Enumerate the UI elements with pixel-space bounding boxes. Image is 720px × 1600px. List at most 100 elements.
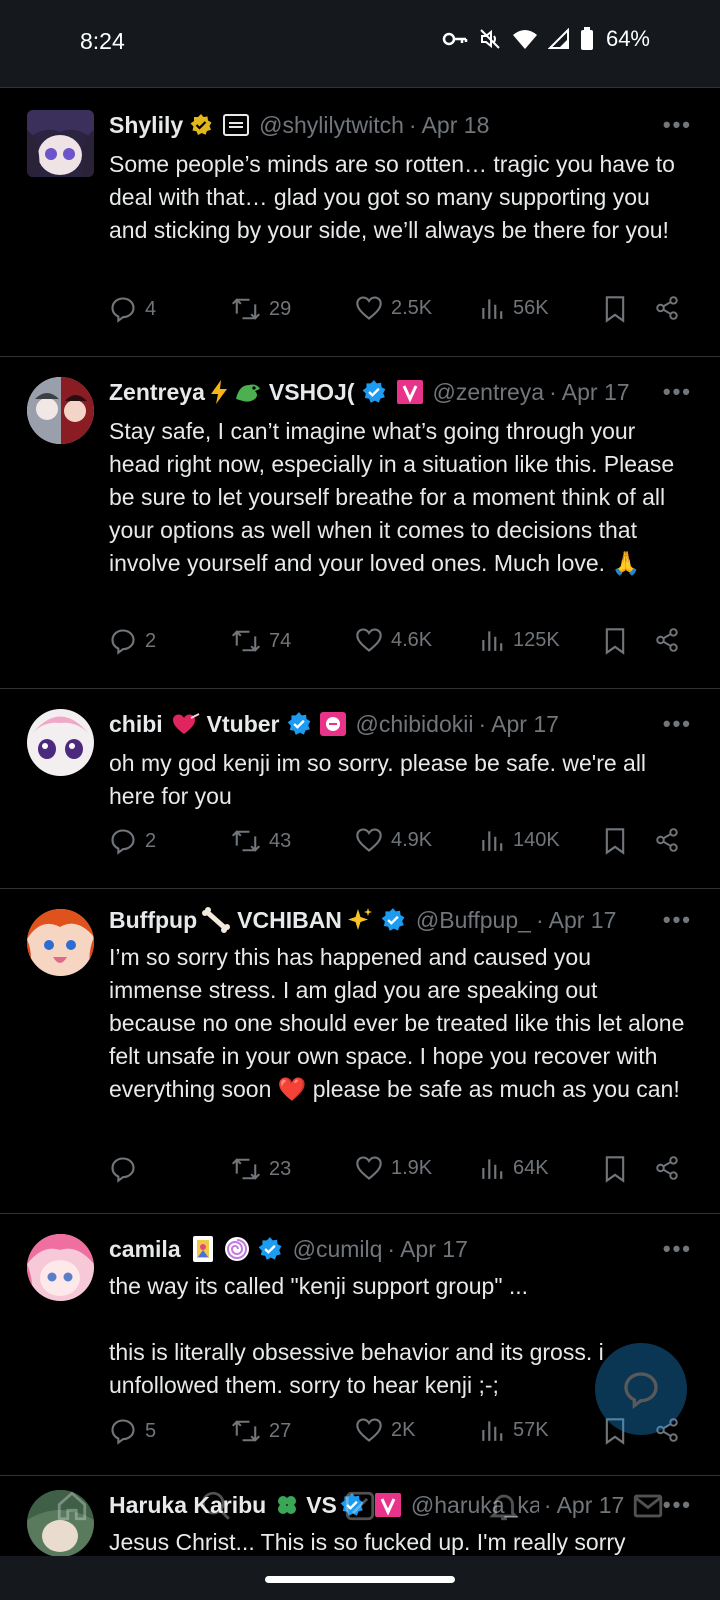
display-name-suffix[interactable]: VSHOJ(: [269, 379, 355, 406]
share-button[interactable]: [654, 627, 680, 653]
views-button[interactable]: 56K: [479, 295, 549, 321]
display-name[interactable]: Zentreya: [109, 379, 205, 406]
heart-icon: [356, 1418, 382, 1442]
tweet[interactable]: Buffpup VCHIBAN @Buffpup_ · Apr 17 ••• I…: [0, 889, 720, 1214]
repost-button[interactable]: 43: [231, 827, 291, 855]
tweet-text: I’m so sorry this has happened and cause…: [109, 944, 691, 1102]
home-icon[interactable]: [55, 1489, 89, 1523]
handle[interactable]: @shylilytwitch: [259, 112, 404, 139]
tweet[interactable]: Shylily @shylilytwitch · Apr 18 ••• Some…: [0, 90, 720, 357]
repost-count: 29: [269, 297, 292, 320]
views-icon: [482, 1159, 503, 1179]
more-options-icon[interactable]: •••: [663, 711, 692, 737]
display-name-suffix[interactable]: VCHIBAN: [237, 907, 342, 934]
avatar[interactable]: [27, 110, 94, 177]
status-time: 8:24: [80, 28, 125, 54]
tweet-actions: 5 27 2K 57K: [109, 1417, 692, 1447]
tweet-text: Stay safe, I can’t imagine what’s going …: [109, 418, 681, 576]
reply-button[interactable]: 2: [109, 827, 156, 855]
more-options-icon[interactable]: •••: [663, 907, 692, 933]
repost-button[interactable]: 27: [231, 1417, 291, 1445]
display-name[interactable]: Buffpup: [109, 907, 197, 934]
share-button[interactable]: [654, 295, 680, 321]
avatar[interactable]: [27, 709, 94, 776]
display-name-suffix[interactable]: Vtuber: [207, 711, 280, 738]
gesture-handle[interactable]: [265, 1576, 455, 1583]
like-button[interactable]: 2K: [355, 1417, 415, 1443]
tweet[interactable]: chibi Vtuber @chibidokii · Apr 17 ••• oh…: [0, 689, 720, 889]
like-count: 2K: [391, 1418, 416, 1441]
views-button[interactable]: 57K: [479, 1417, 549, 1443]
repost-button[interactable]: 23: [231, 1155, 291, 1183]
views-button[interactable]: 64K: [479, 1155, 549, 1181]
repost-icon: [231, 630, 261, 652]
lightning-emoji-icon: [209, 379, 229, 405]
reply-button[interactable]: [109, 1155, 145, 1183]
handle[interactable]: @Buffpup_: [416, 907, 531, 934]
avatar[interactable]: [27, 377, 94, 444]
avatar[interactable]: [27, 909, 94, 976]
reply-icon: [111, 297, 135, 323]
tweet[interactable]: Zentreya VSHOJ( @zentreya · Apr 17 ••• S…: [0, 357, 720, 689]
reply-button[interactable]: 2: [109, 627, 156, 655]
compose-reply-button[interactable]: [595, 1343, 687, 1435]
like-count: 2.5K: [391, 296, 433, 319]
tweet-date[interactable]: Apr 17: [400, 1236, 468, 1263]
more-options-icon[interactable]: •••: [663, 379, 692, 405]
bookmark-button[interactable]: [603, 827, 627, 855]
share-icon: [656, 628, 678, 652]
views-icon: [482, 631, 503, 651]
display-name[interactable]: chibi: [109, 711, 163, 738]
like-button[interactable]: 4.9K: [355, 827, 432, 853]
handle[interactable]: @chibidokii: [356, 711, 474, 738]
more-options-icon[interactable]: •••: [663, 112, 692, 138]
tweet-date[interactable]: Apr 17: [549, 907, 617, 934]
views-button[interactable]: 140K: [479, 827, 560, 853]
signal-icon: [547, 28, 569, 49]
verified-icon: [286, 711, 312, 737]
playing-card-emoji-icon: [191, 1235, 215, 1263]
bookmark-button[interactable]: [603, 295, 627, 323]
share-button[interactable]: [654, 827, 680, 853]
grok-icon[interactable]: [343, 1489, 377, 1523]
handle[interactable]: @zentreya: [433, 379, 545, 406]
battery-icon: [580, 27, 593, 50]
repost-button[interactable]: 74: [231, 627, 291, 655]
repost-button[interactable]: 29: [231, 295, 291, 323]
like-button[interactable]: 4.6K: [355, 627, 432, 653]
avatar[interactable]: [27, 1234, 94, 1301]
bookmark-button[interactable]: [603, 627, 627, 655]
tweet[interactable]: camila @cumilq · Apr 17 ••• the way its …: [0, 1214, 720, 1476]
tweet-date[interactable]: Apr 18: [422, 112, 490, 139]
like-button[interactable]: 1.9K: [355, 1155, 432, 1181]
like-button[interactable]: 2.5K: [355, 295, 432, 321]
repost-icon: [231, 1158, 261, 1180]
reply-button[interactable]: 5: [109, 1417, 156, 1445]
tweet-actions: 2 74 4.6K 125K: [109, 627, 692, 657]
bookmark-icon: [605, 628, 625, 655]
reply-count: 5: [145, 1419, 157, 1442]
separator-dot: ·: [549, 378, 557, 405]
tweet-date[interactable]: Apr 17: [562, 379, 630, 406]
reply-icon: [111, 629, 135, 655]
handle[interactable]: @cumilq: [293, 1236, 383, 1263]
messages-icon[interactable]: [631, 1489, 665, 1523]
like-count: 1.9K: [391, 1156, 433, 1179]
view-count: 64K: [513, 1156, 549, 1179]
reply-button[interactable]: 4: [109, 295, 156, 323]
share-button[interactable]: [654, 1155, 680, 1181]
heart-emoji-icon: [171, 712, 201, 736]
reply-count: 4: [145, 297, 157, 320]
views-button[interactable]: 125K: [479, 627, 560, 653]
display-name[interactable]: camila: [109, 1236, 181, 1263]
search-icon[interactable]: [199, 1489, 233, 1523]
vpn-key-icon: [442, 32, 468, 46]
reply-icon: [111, 1419, 135, 1445]
verified-icon: [380, 907, 406, 933]
tweet-actions: 4 29 2.5K 56K: [109, 295, 692, 325]
more-options-icon[interactable]: •••: [663, 1236, 692, 1262]
notifications-icon[interactable]: [487, 1489, 521, 1523]
tweet-date[interactable]: Apr 17: [491, 711, 559, 738]
bookmark-button[interactable]: [603, 1155, 627, 1183]
display-name[interactable]: Shylily: [109, 112, 183, 139]
